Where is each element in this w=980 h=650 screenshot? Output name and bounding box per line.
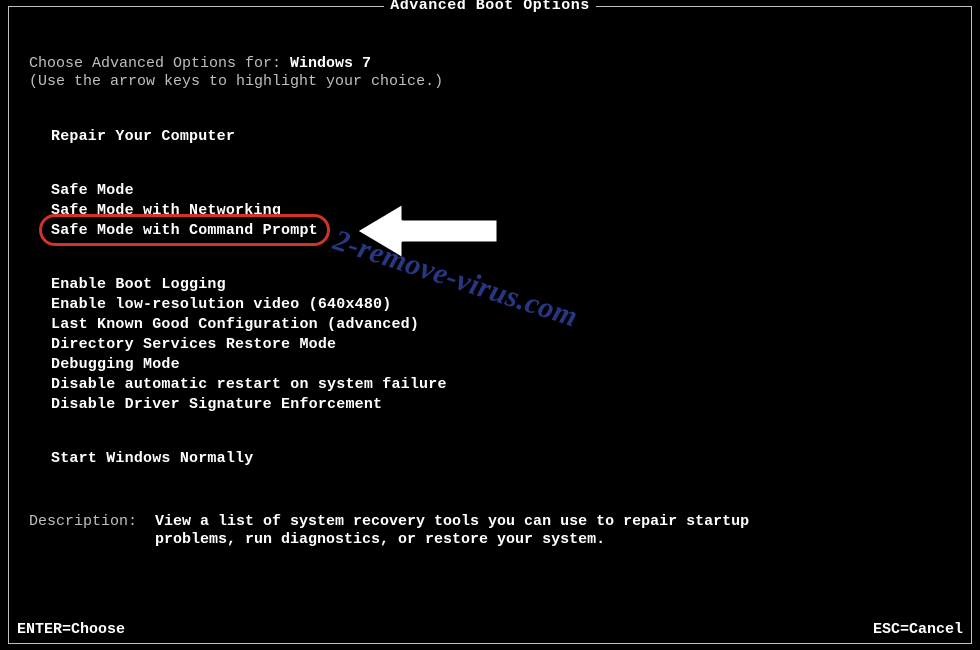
description-label: Description: [29, 513, 155, 549]
title-bar: Advanced Boot Options [9, 0, 971, 15]
boot-option[interactable]: Directory Services Restore Mode [51, 335, 336, 355]
group-separator [51, 415, 951, 449]
arrow-key-hint: (Use the arrow keys to highlight your ch… [29, 73, 951, 91]
footer-bar: ENTER=Choose ESC=Cancel [17, 621, 963, 639]
boot-option[interactable]: Start Windows Normally [51, 449, 253, 469]
boot-option[interactable]: Last Known Good Configuration (advanced) [51, 315, 419, 335]
boot-option[interactable]: Enable low-resolution video (640x480) [51, 295, 391, 315]
description-block: Description: View a list of system recov… [29, 513, 951, 549]
footer-enter: ENTER=Choose [17, 621, 125, 639]
choose-prefix: Choose Advanced Options for: [29, 55, 290, 72]
footer-esc: ESC=Cancel [873, 621, 963, 639]
page-title: Advanced Boot Options [384, 0, 596, 14]
boot-option[interactable]: Debugging Mode [51, 355, 180, 375]
boot-option[interactable]: Safe Mode [51, 181, 134, 201]
boot-option[interactable]: Repair Your Computer [51, 127, 235, 147]
boot-option[interactable]: Safe Mode with Command Prompt [51, 221, 318, 241]
boot-option[interactable]: Disable automatic restart on system fail… [51, 375, 447, 395]
options-list[interactable]: Repair Your ComputerSafe ModeSafe Mode w… [51, 127, 951, 469]
boot-option[interactable]: Enable Boot Logging [51, 275, 226, 295]
choose-line: Choose Advanced Options for: Windows 7 [29, 55, 951, 73]
boot-option[interactable]: Safe Mode with Networking [51, 201, 281, 221]
group-separator [51, 147, 951, 181]
boot-options-frame: Advanced Boot Options Choose Advanced Op… [8, 6, 972, 644]
description-text: View a list of system recovery tools you… [155, 513, 795, 549]
group-separator [51, 241, 951, 275]
boot-option[interactable]: Disable Driver Signature Enforcement [51, 395, 382, 415]
os-name: Windows 7 [290, 55, 371, 72]
body-area: Choose Advanced Options for: Windows 7 (… [29, 55, 951, 549]
